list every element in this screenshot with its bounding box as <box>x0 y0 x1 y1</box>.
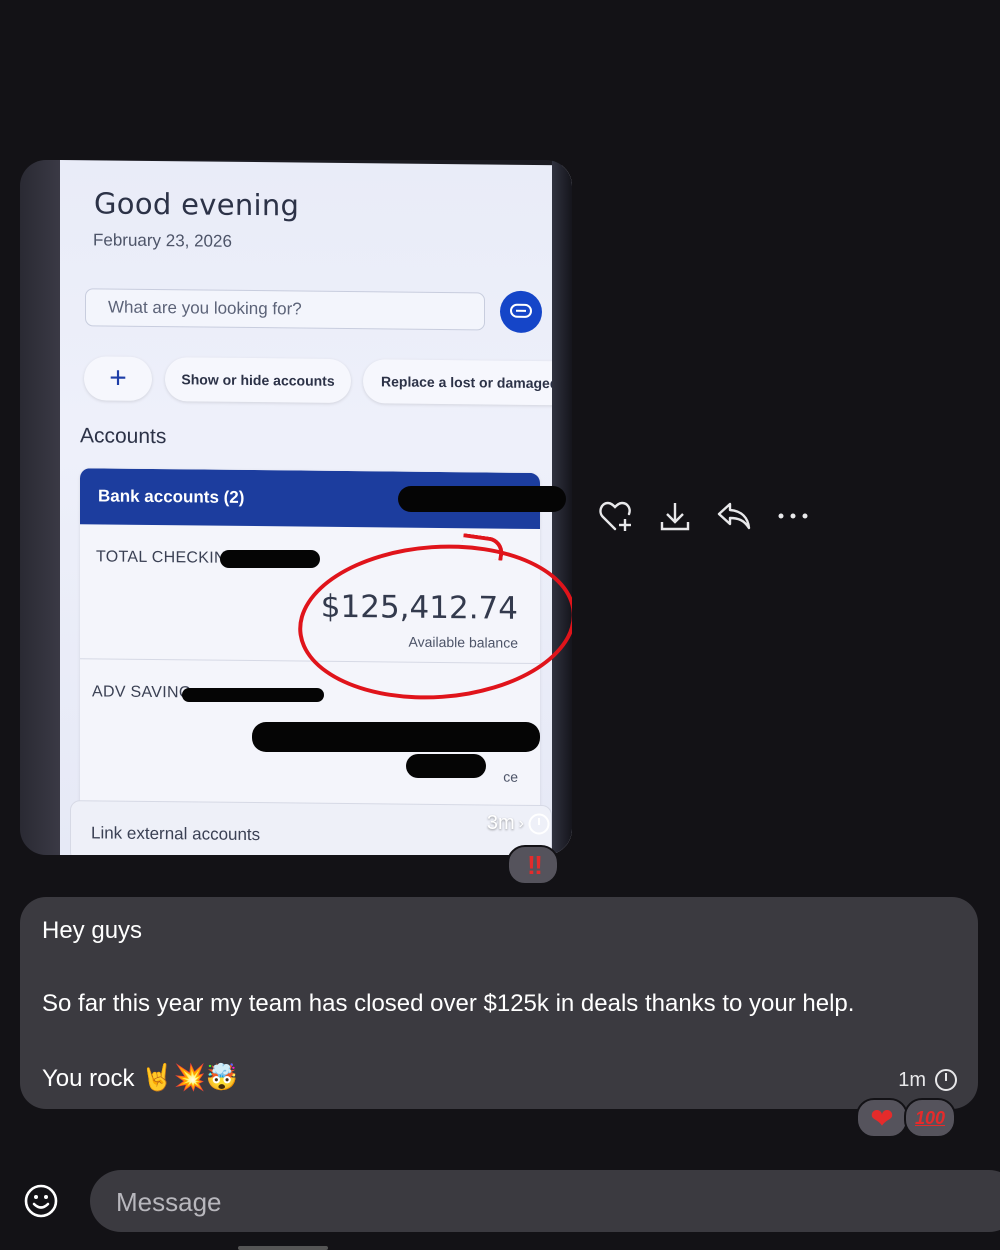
chevron-right-icon: › <box>518 814 524 832</box>
link-external-card: Link external accounts <box>70 800 552 855</box>
add-chip: + <box>84 356 152 401</box>
message-line-3-text: You rock <box>42 1065 135 1092</box>
photo-reaction-badge[interactable]: ‼ <box>507 845 559 885</box>
bank-accounts-title: Bank accounts (2) <box>98 486 245 507</box>
photo-message[interactable]: Good evening February 23, 2026 What are … <box>20 160 572 855</box>
add-reaction-icon[interactable] <box>586 497 645 535</box>
redaction-mark <box>398 486 566 512</box>
message-input[interactable] <box>114 1184 918 1220</box>
timer-icon <box>935 1069 957 1091</box>
search-field: What are you looking for? <box>85 288 485 331</box>
search-placeholder: What are you looking for? <box>108 297 302 319</box>
message-line-2: So far this year my team has closed over… <box>42 990 855 1017</box>
message-timestamp-text: 1m <box>898 1068 926 1091</box>
timer-icon <box>528 813 550 834</box>
savings-caption: ce <box>503 768 518 785</box>
accounts-title: Accounts <box>80 424 167 449</box>
more-icon[interactable] <box>763 497 822 535</box>
savings-label: ADV SAVING <box>92 683 192 702</box>
replace-card-chip: Replace a lost or damaged <box>363 359 572 406</box>
link-external-label: Link external accounts <box>91 823 261 845</box>
text-message-bubble[interactable]: Hey guys So far this year my team has cl… <box>20 897 978 1109</box>
redaction-mark <box>406 754 486 778</box>
redaction-mark <box>220 550 320 568</box>
message-composer[interactable] <box>90 1170 1000 1232</box>
home-indicator <box>238 1246 328 1250</box>
heart-reaction[interactable]: ❤ <box>856 1098 908 1138</box>
date: February 23, 2026 <box>93 230 232 251</box>
redaction-mark <box>182 688 324 702</box>
message-actions <box>586 497 822 535</box>
reply-icon[interactable] <box>704 497 763 535</box>
hundred-reaction[interactable]: 100 <box>904 1098 956 1138</box>
download-icon[interactable] <box>645 497 704 535</box>
photo-timestamp-text: 3m <box>486 812 515 834</box>
message-timestamp: 1m <box>898 1068 958 1092</box>
message-emojis: 🤘💥🤯 <box>141 1062 239 1092</box>
message-reactions: ❤ 100 <box>856 1098 956 1138</box>
chat-icon <box>500 290 542 334</box>
emoji-picker-icon[interactable] <box>20 1180 62 1222</box>
greeting: Good evening <box>94 186 300 223</box>
message-line-1: Hey guys <box>42 917 143 944</box>
redaction-mark <box>252 722 540 752</box>
show-hide-chip: Show or hide accounts <box>165 357 351 404</box>
message-line-3: You rock 🤘💥🤯 <box>42 1062 238 1093</box>
photo-timestamp: 3m › <box>487 812 550 835</box>
checking-label: TOTAL CHECKIN <box>96 548 226 567</box>
